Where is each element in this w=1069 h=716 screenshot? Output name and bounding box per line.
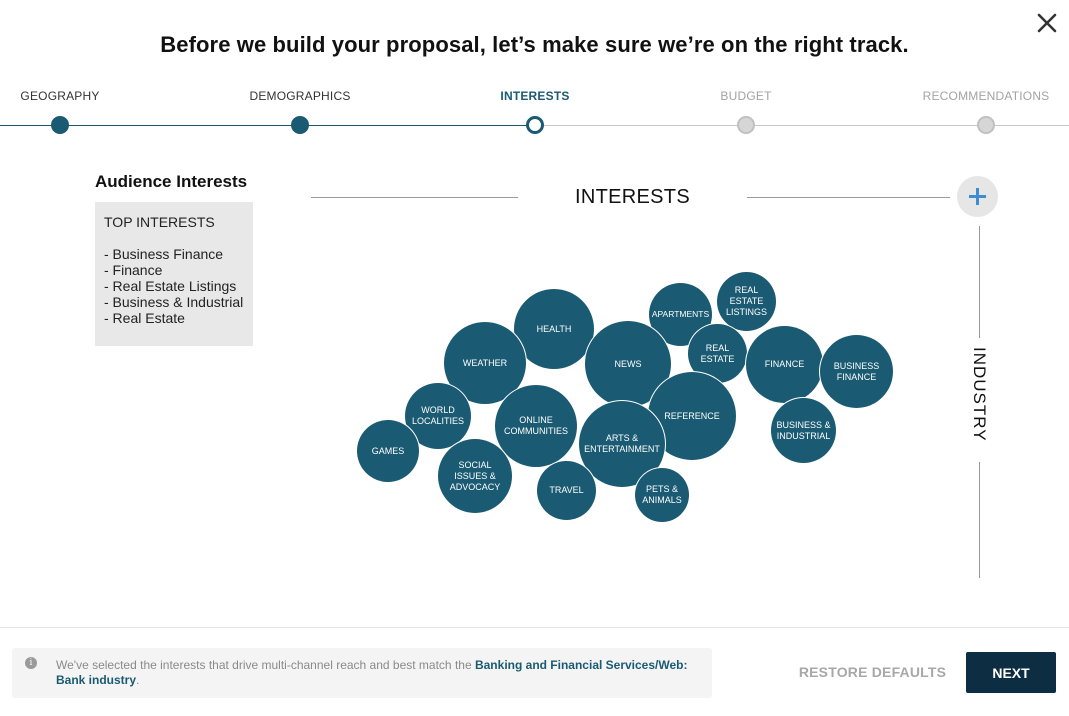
info-icon: i	[25, 657, 37, 669]
bubble-label: SOCIAL ISSUES & ADVOCACY	[449, 459, 501, 492]
interest-bubble-real-estate-listings[interactable]: REAL ESTATE LISTINGS	[717, 272, 776, 331]
step-label: RECOMMENDATIONS	[922, 89, 1050, 103]
bubble-label: NEWS	[614, 358, 642, 369]
bubble-label: PETS & ANIMALS	[642, 484, 682, 505]
step-dot-complete	[51, 116, 69, 134]
bubble-label: REAL ESTATE LISTINGS	[725, 285, 767, 317]
step-demographics[interactable]: DEMOGRAPHICS	[200, 84, 400, 134]
bubble-label: HEALTH	[536, 323, 572, 334]
top-interests-heading: TOP INTERESTS	[104, 214, 215, 230]
step-recommendations[interactable]: RECOMMENDATIONS	[886, 84, 1069, 134]
step-interests[interactable]: INTERESTS	[435, 84, 635, 134]
bubble-label: WEATHER	[462, 357, 508, 368]
interest-bubble-business-industrial[interactable]: BUSINESS & INDUSTRIAL	[771, 398, 836, 463]
interests-axis-label: INTERESTS	[575, 186, 690, 208]
next-button[interactable]: NEXT	[966, 652, 1056, 693]
bubble-label: REAL ESTATE	[700, 342, 735, 364]
step-dot-upcoming	[737, 116, 755, 134]
industry-axis-label: INDUSTRY	[962, 347, 996, 447]
add-interest-button[interactable]	[957, 176, 998, 217]
interest-bubble-finance[interactable]: FINANCE	[746, 326, 823, 403]
footer-divider	[0, 627, 1069, 628]
top-interest-item: - Finance	[104, 262, 163, 278]
bubble-label: BUSINESS & INDUSTRIAL	[776, 419, 831, 441]
step-label: BUDGET	[720, 89, 772, 103]
stepper-progress-line	[0, 125, 535, 126]
bubble-label: FINANCE	[764, 359, 805, 369]
progress-stepper: GEOGRAPHY DEMOGRAPHICS INTERESTS BUDGET …	[0, 84, 1069, 144]
plus-icon	[969, 188, 986, 205]
step-label: DEMOGRAPHICS	[249, 89, 351, 103]
step-label: GEOGRAPHY	[20, 89, 100, 103]
interest-bubble-social-issues-advocacy[interactable]: SOCIAL ISSUES & ADVOCACY	[438, 439, 512, 513]
bubble-label: TRAVEL	[549, 485, 584, 495]
step-dot-current	[526, 116, 544, 134]
info-banner: i We've selected the interests that driv…	[12, 648, 712, 698]
bubble-label: BUSINESS FINANCE	[833, 360, 880, 382]
bubble-label: ONLINE COMMUNITIES	[504, 415, 568, 436]
top-interest-item: - Business & Industrial	[104, 294, 244, 310]
interest-bubble-business-finance[interactable]: BUSINESS FINANCE	[820, 335, 893, 408]
interest-bubble-travel[interactable]: TRAVEL	[537, 461, 596, 520]
step-budget[interactable]: BUDGET	[646, 84, 846, 134]
bubble-label: ARTS & ENTERTAINMENT	[584, 433, 660, 454]
industry-axis-line-bottom	[979, 462, 980, 578]
bubble-label: APARTMENTS	[651, 309, 710, 319]
info-message: We've selected the interests that drive …	[56, 658, 696, 688]
top-interests-box: TOP INTERESTS - Business Finance - Finan…	[95, 202, 253, 346]
step-dot-complete	[291, 116, 309, 134]
step-label: INTERESTS	[500, 89, 570, 103]
bubble-label: REFERENCE	[664, 410, 720, 421]
top-interest-item: - Real Estate Listings	[104, 278, 237, 294]
info-text-suffix: .	[136, 673, 140, 687]
interest-bubble-health[interactable]: HEALTH	[514, 289, 594, 369]
page-title: Before we build your proposal, let’s mak…	[160, 32, 909, 57]
industry-axis-line-top	[979, 226, 980, 338]
audience-interests-heading: Audience Interests	[95, 172, 248, 191]
step-dot-upcoming	[977, 116, 995, 134]
restore-defaults-button[interactable]: RESTORE DEFAULTS	[790, 664, 955, 680]
interest-bubble-games[interactable]: GAMES	[357, 420, 419, 482]
interests-axis-line-right	[747, 197, 950, 198]
top-interest-item: - Real Estate	[104, 310, 185, 326]
step-geography[interactable]: GEOGRAPHY	[0, 84, 160, 134]
interests-axis-line-left	[311, 197, 518, 198]
bubble-label: GAMES	[371, 445, 405, 456]
bubble-label: WORLD LOCALITIES	[411, 405, 465, 426]
info-text-prefix: We've selected the interests that drive …	[56, 658, 475, 672]
top-interest-item: - Business Finance	[104, 246, 224, 262]
interest-bubble-online-communities[interactable]: ONLINE COMMUNITIES	[495, 385, 577, 467]
interest-bubble-pets-animals[interactable]: PETS & ANIMALS	[635, 468, 689, 522]
